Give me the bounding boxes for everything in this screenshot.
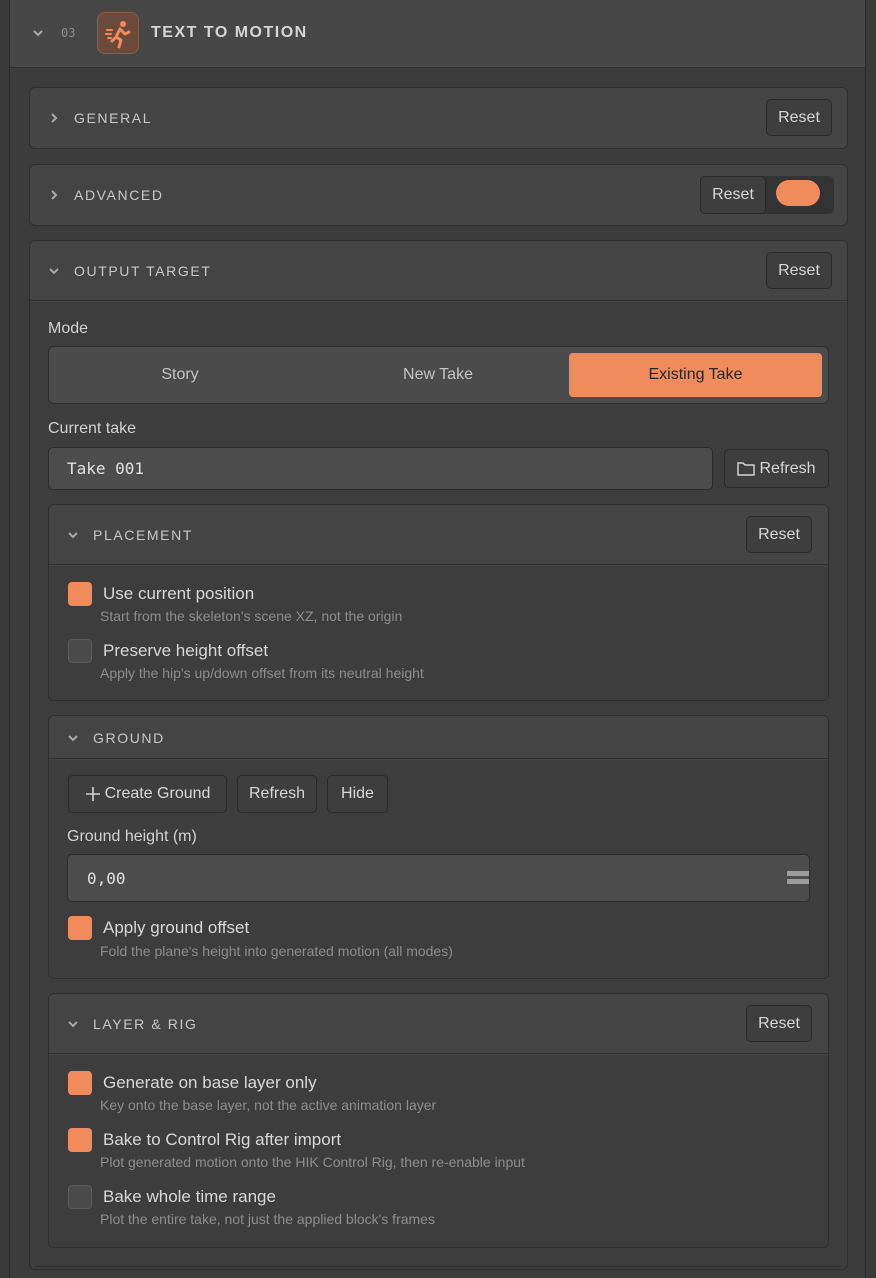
ground-height-value: 0,00 xyxy=(87,868,126,888)
general-section[interactable]: GENERAL Reset xyxy=(29,87,848,149)
bake-whole-range-label: Bake whole time range xyxy=(103,1187,276,1206)
bottom-divider xyxy=(34,1266,841,1267)
advanced-reset-button[interactable]: Reset xyxy=(700,176,766,214)
bake-whole-range-checkbox[interactable] xyxy=(68,1185,92,1209)
drag-handle-icon[interactable] xyxy=(787,871,809,885)
use-current-position-desc: Start from the skeleton's scene XZ, not … xyxy=(100,608,403,624)
output-target-title: OUTPUT TARGET xyxy=(74,263,212,279)
apply-ground-offset-label: Apply ground offset xyxy=(103,918,250,937)
placement-header[interactable]: PLACEMENT Reset xyxy=(49,505,828,565)
generate-base-layer-desc: Key onto the base layer, not the active … xyxy=(100,1097,437,1113)
mode-option-new-take[interactable]: New Take xyxy=(311,353,565,397)
use-current-position-label: Use current position xyxy=(103,584,255,603)
ground-title: GROUND xyxy=(93,730,165,746)
chevron-right-icon[interactable] xyxy=(47,111,61,125)
chevron-down-icon[interactable] xyxy=(31,26,45,40)
mode-option-existing-take[interactable]: Existing Take xyxy=(569,353,822,397)
advanced-toggle[interactable] xyxy=(776,180,820,206)
apply-ground-offset-desc: Fold the plane's height into generated m… xyxy=(100,943,453,959)
mode-label: Mode xyxy=(48,320,89,337)
take-refresh-label: Refresh xyxy=(759,459,816,477)
ground-header[interactable]: GROUND xyxy=(49,716,828,759)
generate-base-layer-label: Generate on base layer only xyxy=(103,1073,317,1092)
preserve-height-offset-desc: Apply the hip's up/down offset from its … xyxy=(100,665,424,681)
placement-title: PLACEMENT xyxy=(93,527,193,543)
chevron-down-icon[interactable] xyxy=(66,731,80,745)
bake-control-rig-desc: Plot generated motion onto the HIK Contr… xyxy=(100,1154,525,1170)
create-ground-button[interactable]: Create Ground xyxy=(68,775,227,813)
step-number: 03 xyxy=(61,26,76,40)
output-target-header[interactable]: OUTPUT TARGET Reset xyxy=(30,241,847,301)
text-to-motion-panel: 03 TEXT TO MOTION GENERAL Reset ADVANCED… xyxy=(9,0,866,1278)
current-take-label: Current take xyxy=(48,420,137,437)
layer-rig-title: LAYER & RIG xyxy=(93,1016,198,1032)
use-current-position-checkbox[interactable] xyxy=(68,582,92,606)
general-title: GENERAL xyxy=(74,110,153,126)
output-target-reset-button[interactable]: Reset xyxy=(766,252,832,289)
ground-hide-button[interactable]: Hide xyxy=(327,775,388,813)
layer-rig-reset-button[interactable]: Reset xyxy=(746,1005,812,1042)
mode-segmented-control: Story New Take Existing Take xyxy=(48,346,829,404)
ground-section: GROUND xyxy=(48,715,829,979)
current-take-value: Take 001 xyxy=(67,459,145,478)
chevron-down-icon[interactable] xyxy=(66,528,80,542)
general-reset-button[interactable]: Reset xyxy=(766,99,832,136)
chevron-right-icon[interactable] xyxy=(47,188,61,202)
bake-control-rig-checkbox[interactable] xyxy=(68,1128,92,1152)
mode-option-story[interactable]: Story xyxy=(53,353,307,397)
preserve-height-offset-checkbox[interactable] xyxy=(68,639,92,663)
placement-reset-button[interactable]: Reset xyxy=(746,516,812,553)
apply-ground-offset-checkbox[interactable] xyxy=(68,916,92,940)
preserve-height-offset-label: Preserve height offset xyxy=(103,641,269,660)
chevron-down-icon[interactable] xyxy=(47,264,61,278)
take-refresh-button[interactable]: Refresh xyxy=(724,449,829,488)
bake-control-rig-label: Bake to Control Rig after import xyxy=(103,1130,342,1149)
current-take-field[interactable]: Take 001 xyxy=(48,447,713,490)
bake-whole-range-desc: Plot the entire take, not just the appli… xyxy=(100,1211,435,1227)
ground-height-label: Ground height (m) xyxy=(67,828,197,845)
advanced-section[interactable]: ADVANCED Reset xyxy=(29,164,848,226)
running-figure-icon xyxy=(97,12,139,54)
create-ground-label: Create Ground xyxy=(104,785,211,802)
folder-icon xyxy=(737,461,756,476)
ground-height-field[interactable]: 0,00 xyxy=(67,854,810,902)
plus-icon xyxy=(85,786,101,802)
layer-rig-header[interactable]: LAYER & RIG Reset xyxy=(49,994,828,1054)
ground-refresh-button[interactable]: Refresh xyxy=(237,775,317,813)
root-title: TEXT TO MOTION xyxy=(151,24,308,41)
root-header[interactable]: 03 TEXT TO MOTION xyxy=(10,0,865,68)
chevron-down-icon[interactable] xyxy=(66,1017,80,1031)
generate-base-layer-checkbox[interactable] xyxy=(68,1071,92,1095)
advanced-title: ADVANCED xyxy=(74,187,164,203)
layer-rig-section: LAYER & RIG Reset xyxy=(48,993,829,1248)
